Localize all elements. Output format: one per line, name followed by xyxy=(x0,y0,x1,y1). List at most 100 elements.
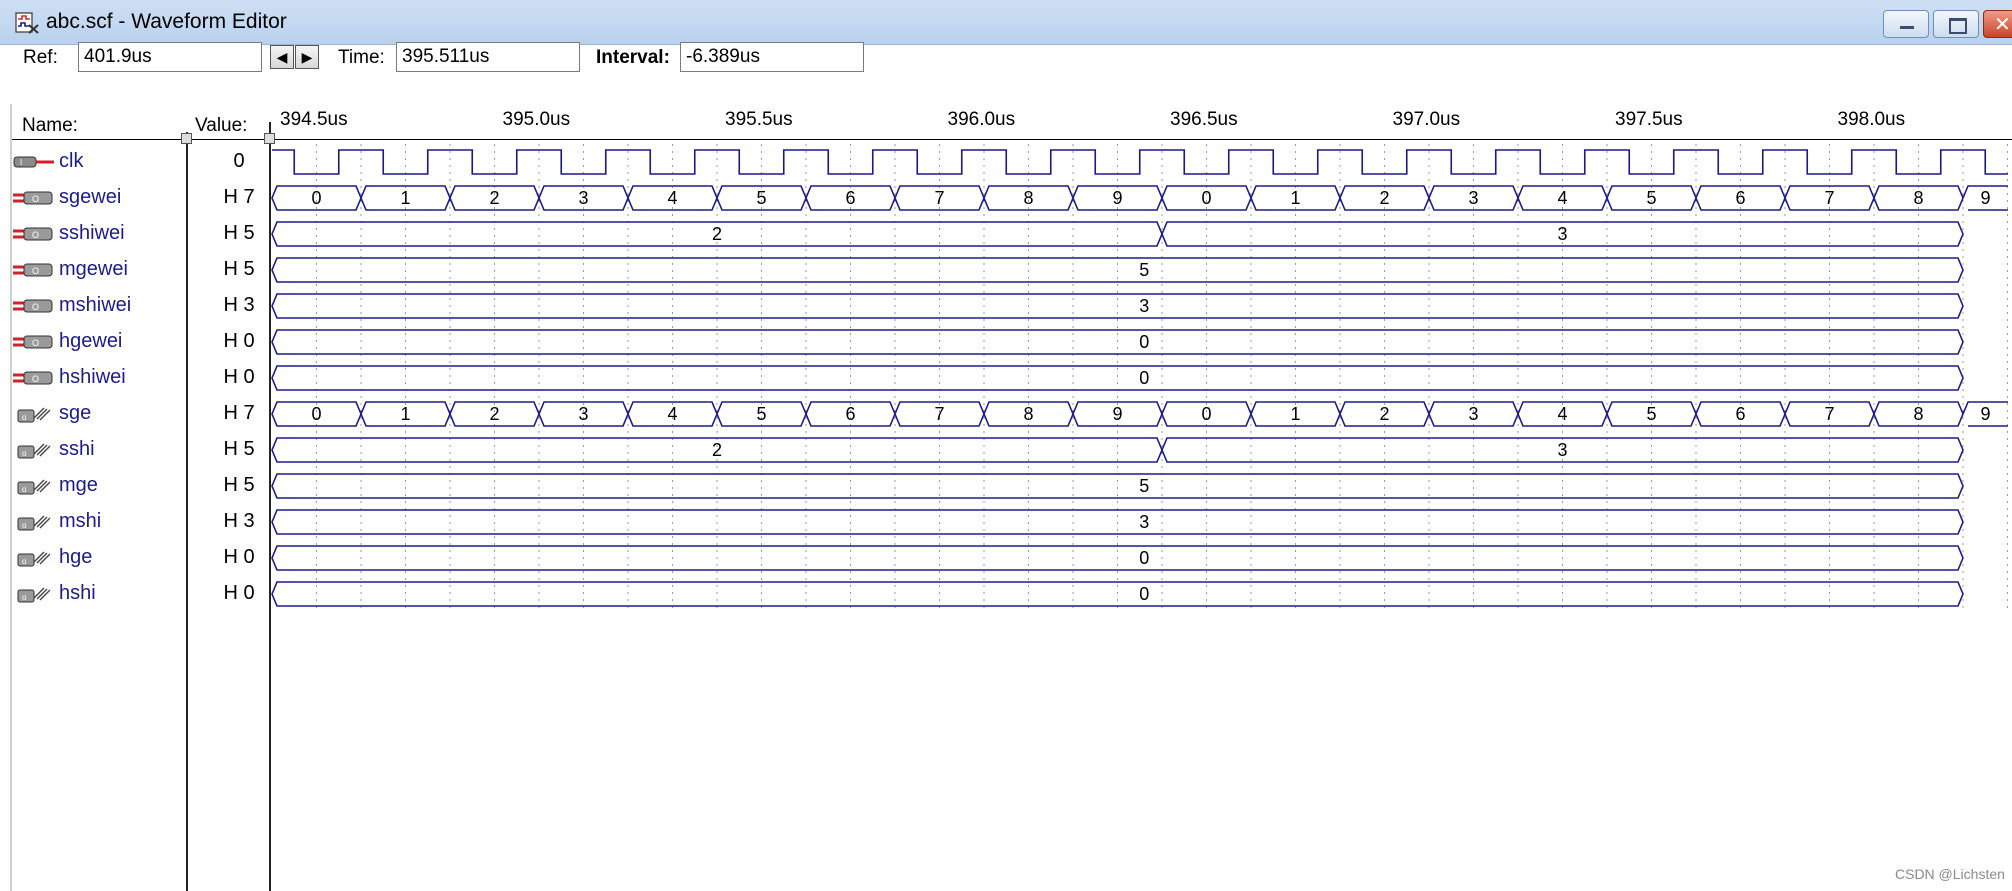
name-column-resize-handle[interactable] xyxy=(181,133,192,144)
bus-value-label: 4 xyxy=(667,404,677,424)
svg-text:O: O xyxy=(32,194,39,204)
bus-segment xyxy=(271,221,1163,247)
bus-segment xyxy=(716,401,807,427)
clock-waveform xyxy=(272,149,2008,175)
svg-text:O: O xyxy=(32,266,39,276)
signal-value: H 7 xyxy=(223,402,255,424)
time-tick-label: 394.5us xyxy=(280,109,348,130)
bus-value-label: 2 xyxy=(489,404,499,424)
signal-row-sshi[interactable]: o sshi H 5 xyxy=(12,432,270,468)
close-button[interactable]: ✕ xyxy=(1983,10,2012,38)
svg-text:o: o xyxy=(22,557,27,566)
bus-segment xyxy=(627,185,718,211)
ref-input[interactable]: 401.9us xyxy=(78,42,262,72)
bus-segment xyxy=(1161,185,1252,211)
signal-row-sshiwei[interactable]: O sshiwei H 5 xyxy=(12,216,270,252)
time-tick-label: 395.0us xyxy=(502,109,571,130)
prev-transition-button[interactable]: ◀ xyxy=(270,45,294,69)
signal-value: H 0 xyxy=(223,582,255,604)
signal-name: hge xyxy=(59,546,93,568)
bus-value-label: 6 xyxy=(1735,188,1745,208)
next-transition-button[interactable]: ▶ xyxy=(295,45,319,69)
bus-segment xyxy=(894,185,985,211)
bus-value-label: 1 xyxy=(1290,188,1300,208)
svg-text:O: O xyxy=(32,374,39,384)
signal-row-mshiwei[interactable]: O mshiwei H 3 xyxy=(12,288,270,324)
signal-row-hge[interactable]: o hge H 0 xyxy=(12,540,270,576)
bus-segment xyxy=(538,401,629,427)
signal-row-clk[interactable]: I clk 0 xyxy=(12,144,270,180)
maximize-button[interactable] xyxy=(1933,10,1979,38)
bus-value-label: 6 xyxy=(845,188,855,208)
bus-segment xyxy=(1161,437,1964,463)
bus-segment xyxy=(716,185,807,211)
output-bus-icon: O xyxy=(13,227,53,241)
svg-text:I: I xyxy=(20,158,22,167)
bus-segment xyxy=(271,365,1964,391)
svg-text:o: o xyxy=(22,593,27,602)
bus-segment xyxy=(271,545,1964,571)
bus-value-label: 0 xyxy=(1139,548,1149,568)
bus-value-label: 7 xyxy=(1824,188,1834,208)
interval-input[interactable]: -6.389us xyxy=(680,42,864,72)
value-column-resize-handle[interactable] xyxy=(264,133,275,144)
arrow-left-icon: ◀ xyxy=(276,49,288,65)
signal-row-sge[interactable]: o sge H 7 xyxy=(12,396,270,432)
bus-value-label: 4 xyxy=(667,188,677,208)
bus-segment xyxy=(983,185,1074,211)
time-tick-label: 396.5us xyxy=(1170,109,1238,130)
bus-segment xyxy=(271,293,1964,319)
minimize-button[interactable] xyxy=(1883,10,1929,38)
bus-value-label: 0 xyxy=(1139,332,1149,352)
signal-name: hshiwei xyxy=(59,366,126,388)
bus-value-label: 2 xyxy=(712,440,722,460)
bus-value-label: 1 xyxy=(400,188,410,208)
bus-value-label: 3 xyxy=(1557,224,1567,244)
signal-row-mge[interactable]: o mge H 5 xyxy=(12,468,270,504)
time-label: Time: xyxy=(338,47,385,68)
signal-row-mshi[interactable]: o mshi H 3 xyxy=(12,504,270,540)
bus-value-label: 8 xyxy=(1913,404,1923,424)
bus-value-label: 0 xyxy=(1201,188,1211,208)
bus-segment xyxy=(1784,185,1875,211)
signal-name: mshi xyxy=(59,510,102,532)
time-tick-label: 396.0us xyxy=(947,109,1016,130)
bus-segment xyxy=(1606,401,1697,427)
bus-segment xyxy=(360,185,451,211)
bus-value-label: 2 xyxy=(1379,404,1389,424)
signal-name: sgewei xyxy=(59,186,122,208)
signal-row-hgewei[interactable]: O hgewei H 0 xyxy=(12,324,270,360)
buried-bus-icon: o xyxy=(17,407,51,423)
signal-name: clk xyxy=(59,150,84,172)
bus-value-label: 5 xyxy=(1646,188,1656,208)
bus-segment xyxy=(449,401,540,427)
bus-value-label: 8 xyxy=(1913,188,1923,208)
signal-value: H 0 xyxy=(223,366,255,388)
bus-value-label: 6 xyxy=(845,404,855,424)
bus-segment xyxy=(1873,185,1964,211)
bus-value-label: 9 xyxy=(1112,188,1122,208)
output-bus-icon: O xyxy=(13,335,53,349)
signal-row-sgewei[interactable]: O sgewei H 7 xyxy=(12,180,270,216)
signal-row-hshiwei[interactable]: O hshiwei H 0 xyxy=(12,360,270,396)
time-input[interactable]: 395.511us xyxy=(396,42,580,72)
bus-value-label: 5 xyxy=(756,404,766,424)
bus-segment xyxy=(1072,185,1163,211)
bus-value-label: 3 xyxy=(578,404,588,424)
time-tick-label: 398.0us xyxy=(1837,109,1906,130)
header-divider xyxy=(12,139,2012,140)
signal-row-hshi[interactable]: o hshi H 0 xyxy=(12,576,270,612)
bus-value-label: 9 xyxy=(1112,404,1122,424)
ref-label: Ref: xyxy=(23,47,58,68)
signal-value: H 5 xyxy=(223,474,255,496)
signal-value: H 0 xyxy=(223,330,255,352)
bus-value-label: 5 xyxy=(1646,404,1656,424)
bus-segment xyxy=(1339,401,1430,427)
bus-value-label: 2 xyxy=(712,224,722,244)
title-bar[interactable]: abc.scf - Waveform Editor ✕ xyxy=(0,0,2012,45)
bus-value-label: 9 xyxy=(1980,404,1990,424)
time-tick-label: 397.5us xyxy=(1615,109,1683,130)
waveform-canvas[interactable]: 0 1 2 3 4 5 6 7 8 9 0 1 2 3 4 5 6 7 8 92 353000 1 2 3 4 5 6 7 8 9 0 1 2 3… xyxy=(0,0,2012,891)
buried-bus-icon: o xyxy=(17,479,51,495)
signal-row-mgewei[interactable]: O mgewei H 5 xyxy=(12,252,270,288)
